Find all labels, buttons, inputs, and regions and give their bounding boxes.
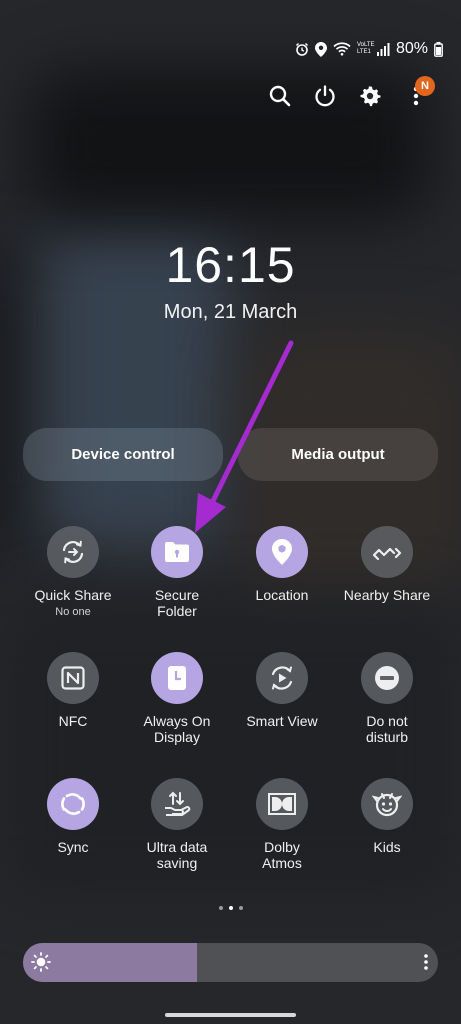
annotation-arrow-icon: [195, 340, 294, 533]
